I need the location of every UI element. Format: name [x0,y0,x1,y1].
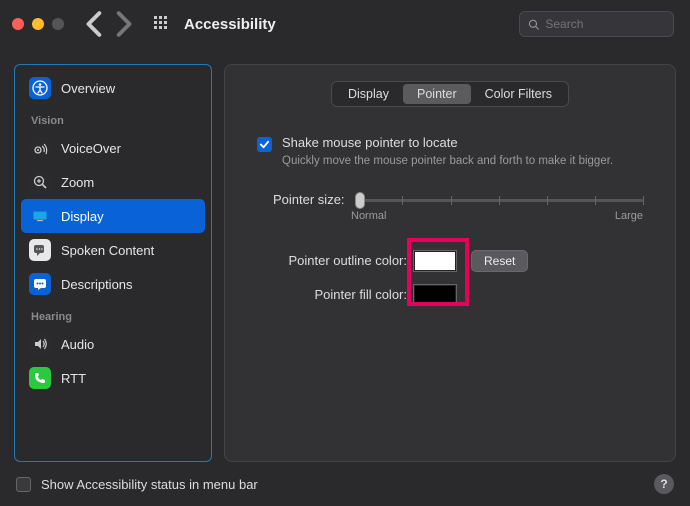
sidebar-item-label: Spoken Content [61,243,154,258]
sidebar-item-rtt[interactable]: RTT [21,361,205,395]
sidebar-item-audio[interactable]: Audio [21,327,205,361]
search-input[interactable] [545,17,665,31]
spoken-content-icon [29,239,51,261]
sidebar-item-label: Audio [61,337,94,352]
shake-to-locate-label: Shake mouse pointer to locate [282,135,613,150]
descriptions-icon [29,273,51,295]
pointer-size-slider[interactable] [355,188,643,212]
sidebar-item-descriptions[interactable]: Descriptions [21,267,205,301]
pointer-size-label: Pointer size: [273,192,345,207]
sidebar-section-hearing: Hearing [21,301,205,327]
sidebar-item-overview[interactable]: Overview [21,71,205,105]
sidebar-item-voiceover[interactable]: VoiceOver [21,131,205,165]
rtt-icon [29,367,51,389]
zoom-icon [29,171,51,193]
show-status-menubar-label: Show Accessibility status in menu bar [41,477,258,492]
back-button[interactable] [82,11,108,37]
sidebar-item-zoom[interactable]: Zoom [21,165,205,199]
sidebar-item-label: RTT [61,371,86,386]
bottom-bar: Show Accessibility status in menu bar ? [0,462,690,506]
window-title: Accessibility [184,16,276,33]
sidebar-item-spoken-content[interactable]: Spoken Content [21,233,205,267]
sidebar-item-label: Zoom [61,175,94,190]
voiceover-icon [29,137,51,159]
display-icon [29,205,51,227]
slider-thumb[interactable] [355,192,365,209]
shake-to-locate-row: Shake mouse pointer to locate Quickly mo… [257,135,643,170]
sidebar-item-label: Descriptions [61,277,133,292]
tab-pointer[interactable]: Pointer [403,84,471,104]
pointer-fill-color-label: Pointer fill color: [257,287,407,302]
accessibility-icon [29,77,51,99]
pointer-fill-color-well[interactable] [413,284,457,306]
main-panel: Display Pointer Color Filters Shake mous… [224,64,676,462]
traffic-lights [12,18,64,30]
close-window-button[interactable] [12,18,24,30]
show-all-prefs-button[interactable] [154,16,170,32]
tab-display[interactable]: Display [334,84,403,104]
forward-button[interactable] [110,11,136,37]
sidebar: Overview Vision VoiceOver Zoom Display S [14,64,212,462]
shake-to-locate-checkbox[interactable] [257,137,272,152]
segmented-control: Display Pointer Color Filters [239,81,661,107]
zoom-window-button[interactable] [52,18,64,30]
sidebar-item-label: Overview [61,81,115,96]
minimize-window-button[interactable] [32,18,44,30]
check-icon [259,139,270,150]
shake-to-locate-desc: Quickly move the mouse pointer back and … [282,154,613,170]
search-icon [528,18,539,31]
reset-colors-button[interactable]: Reset [471,250,528,272]
sidebar-item-label: Display [61,209,104,224]
window-titlebar: Accessibility [0,0,690,48]
tab-color-filters[interactable]: Color Filters [471,84,566,104]
sidebar-section-vision: Vision [21,105,205,131]
search-field[interactable] [519,11,674,37]
show-status-menubar-checkbox[interactable] [16,477,31,492]
pointer-outline-color-label: Pointer outline color: [257,253,407,268]
sidebar-item-label: VoiceOver [61,141,121,156]
pointer-outline-color-well[interactable] [413,250,457,272]
audio-icon [29,333,51,355]
help-button[interactable]: ? [654,474,674,494]
sidebar-item-display[interactable]: Display [21,199,205,233]
